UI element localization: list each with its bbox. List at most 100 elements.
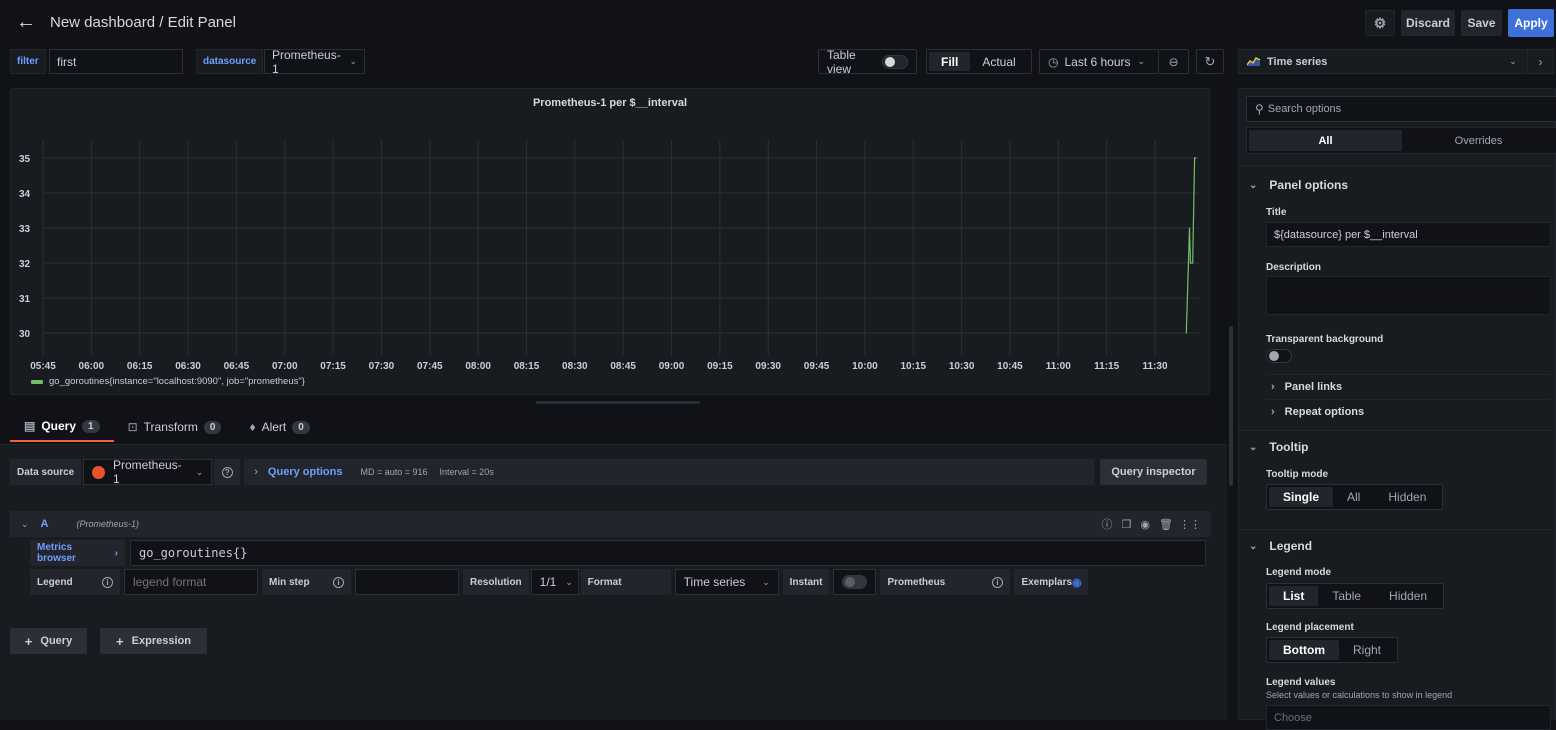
tooltip-mode-all[interactable]: All bbox=[1333, 487, 1374, 507]
query-options-bar[interactable]: › Query options MD = auto = 916 Interval… bbox=[244, 459, 1095, 485]
legend-placement-bottom[interactable]: Bottom bbox=[1269, 640, 1339, 660]
x-tick-label: 06:30 bbox=[175, 361, 201, 372]
panel-links-section[interactable]: › Panel links bbox=[1271, 381, 1342, 393]
tab-alert[interactable]: ♦ Alert 0 bbox=[235, 412, 323, 442]
query-row-header[interactable]: ⌄ A (Prometheus-1) ⓘ ❐ ◉ 🗑 ⋮⋮ bbox=[10, 511, 1211, 537]
scrollbar[interactable] bbox=[1229, 326, 1233, 486]
prometheus-info-button[interactable]: i bbox=[984, 569, 1011, 595]
trash-icon[interactable]: 🗑 bbox=[1159, 518, 1173, 531]
refresh-button[interactable]: ↻ bbox=[1196, 49, 1224, 74]
data-source-label: Data source bbox=[10, 459, 82, 485]
collapse-query-icon[interactable]: ⌄ bbox=[21, 519, 29, 530]
exemplars-eye-icon[interactable]: ◉ bbox=[1072, 576, 1082, 589]
prometheus-logo-icon bbox=[92, 465, 105, 479]
chevron-down-icon: ⌄ bbox=[195, 466, 204, 477]
fill-option[interactable]: Fill bbox=[929, 52, 971, 71]
metrics-browser-row: Metrics browser › go_goroutines{} bbox=[30, 540, 1206, 566]
legend-mode-label: Legend mode bbox=[1266, 567, 1332, 578]
x-tick-label: 06:45 bbox=[224, 361, 250, 372]
repeat-options-section[interactable]: › Repeat options bbox=[1271, 406, 1364, 418]
filter-input[interactable]: first bbox=[49, 49, 183, 74]
x-tick-label: 08:15 bbox=[514, 361, 540, 372]
transparent-background-toggle[interactable] bbox=[1266, 349, 1292, 363]
time-range-picker[interactable]: ◷ Last 6 hours ⌄ bbox=[1039, 49, 1159, 74]
legend-item-label[interactable]: go_goroutines{instance="localhost:9090",… bbox=[49, 376, 305, 387]
collapse-options-button[interactable]: › bbox=[1527, 50, 1553, 73]
datasource-variable-select[interactable]: Prometheus-1 ⌄ bbox=[264, 48, 365, 76]
help-icon[interactable]: ⓘ bbox=[1102, 516, 1113, 532]
metrics-browser-label: Metrics browser bbox=[37, 542, 76, 564]
data-point bbox=[1185, 332, 1187, 334]
panel-options-title: Panel options bbox=[1269, 178, 1349, 192]
description-label: Description bbox=[1266, 262, 1322, 273]
format-select[interactable]: Time series ⌄ bbox=[674, 569, 779, 595]
x-tick-label: 09:30 bbox=[755, 361, 781, 372]
tab-overrides[interactable]: Overrides bbox=[1402, 130, 1555, 151]
apply-button[interactable]: Apply bbox=[1508, 9, 1554, 37]
legend-mode-hidden[interactable]: Hidden bbox=[1375, 586, 1441, 606]
arrow-left-icon[interactable]: ← bbox=[16, 12, 36, 32]
metrics-browser-button[interactable]: Metrics browser › bbox=[30, 540, 125, 566]
legend-label: Legend i bbox=[30, 569, 120, 595]
chevron-right-icon: › bbox=[1271, 381, 1275, 393]
chevron-down-icon[interactable]: ⌄ bbox=[1499, 56, 1527, 67]
x-tick-label: 11:00 bbox=[1046, 361, 1071, 372]
y-tick-label: 31 bbox=[19, 294, 31, 305]
tooltip-mode-single[interactable]: Single bbox=[1269, 487, 1334, 507]
pane-resize-handle[interactable] bbox=[536, 401, 700, 404]
table-view-toggle[interactable]: Table view bbox=[818, 48, 917, 76]
drag-handle-icon[interactable]: ⋮⋮ bbox=[1179, 518, 1201, 531]
search-options-input[interactable]: ⚲ Search options bbox=[1246, 96, 1556, 122]
add-expression-button[interactable]: + Expression bbox=[100, 628, 207, 654]
x-tick-label: 10:00 bbox=[852, 361, 878, 372]
legend-header[interactable]: ⌄ Legend bbox=[1249, 539, 1312, 553]
legend-placement-right[interactable]: Right bbox=[1339, 640, 1395, 660]
dashboard-settings-button[interactable]: ⚙ bbox=[1365, 10, 1395, 36]
alert-count-badge: 0 bbox=[292, 420, 310, 434]
zoom-out-button[interactable]: ⊖ bbox=[1159, 49, 1189, 74]
data-source-help-button[interactable]: ? bbox=[214, 459, 241, 485]
panel-title-input[interactable]: ${datasource} per $__interval bbox=[1266, 222, 1551, 247]
eye-icon[interactable]: ◉ bbox=[1140, 518, 1150, 531]
duplicate-query-icon[interactable]: ❐ bbox=[1122, 518, 1132, 531]
exemplars-toggle[interactable]: Exemplars ◉ bbox=[1014, 569, 1089, 595]
description-textarea[interactable] bbox=[1266, 276, 1551, 315]
query-options-toggle[interactable]: Query options bbox=[268, 466, 343, 478]
panel-options-header[interactable]: ⌄ Panel options bbox=[1249, 178, 1348, 192]
actual-option[interactable]: Actual bbox=[970, 52, 1027, 71]
y-tick-label: 30 bbox=[19, 329, 31, 340]
tooltip-mode-hidden[interactable]: Hidden bbox=[1374, 487, 1440, 507]
legend-format-input[interactable] bbox=[124, 569, 258, 595]
tab-all[interactable]: All bbox=[1249, 130, 1402, 151]
min-step-input[interactable] bbox=[355, 569, 459, 595]
info-icon[interactable]: i bbox=[102, 576, 113, 588]
info-icon[interactable]: i bbox=[333, 576, 344, 588]
tab-query[interactable]: ▤ Query 1 bbox=[10, 412, 114, 442]
chevron-down-icon: ⌄ bbox=[349, 56, 357, 66]
legend-mode-table[interactable]: Table bbox=[1318, 586, 1375, 606]
tooltip-title: Tooltip bbox=[1269, 440, 1309, 454]
instant-toggle[interactable] bbox=[833, 569, 877, 595]
save-button[interactable]: Save bbox=[1461, 10, 1502, 36]
legend-values-placeholder: Choose bbox=[1274, 711, 1312, 724]
query-inspector-button[interactable]: Query inspector bbox=[1100, 459, 1207, 485]
query-ref-id[interactable]: A bbox=[41, 518, 49, 530]
table-view-switch[interactable] bbox=[882, 54, 908, 69]
legend-mode-radio: List Table Hidden bbox=[1266, 583, 1445, 609]
y-tick-label: 34 bbox=[19, 189, 31, 200]
add-query-button[interactable]: + Query bbox=[10, 628, 87, 654]
legend-mode-list[interactable]: List bbox=[1269, 586, 1319, 606]
series-line[interactable] bbox=[1185, 157, 1196, 334]
data-point bbox=[1192, 262, 1194, 264]
legend-values-select[interactable]: Choose bbox=[1266, 705, 1551, 730]
resolution-select[interactable]: 1/1 ⌄ bbox=[530, 569, 579, 595]
tab-transform[interactable]: ⊡ Transform 0 bbox=[114, 412, 236, 442]
x-tick-label: 07:45 bbox=[417, 361, 443, 372]
tooltip-header[interactable]: ⌄ Tooltip bbox=[1249, 440, 1308, 454]
time-series-chart[interactable]: 30 31 32 33 34 35 05:45 06:00 06:15 06:30 06:45 07… bbox=[11, 89, 1211, 396]
search-options-placeholder: Search options bbox=[1267, 103, 1342, 115]
discard-button[interactable]: Discard bbox=[1401, 10, 1455, 36]
data-source-picker[interactable]: Prometheus-1 ⌄ bbox=[83, 458, 213, 486]
promql-query-input[interactable]: go_goroutines{} bbox=[130, 540, 1206, 566]
visualization-picker[interactable]: Time series ⌄ › bbox=[1238, 49, 1554, 74]
